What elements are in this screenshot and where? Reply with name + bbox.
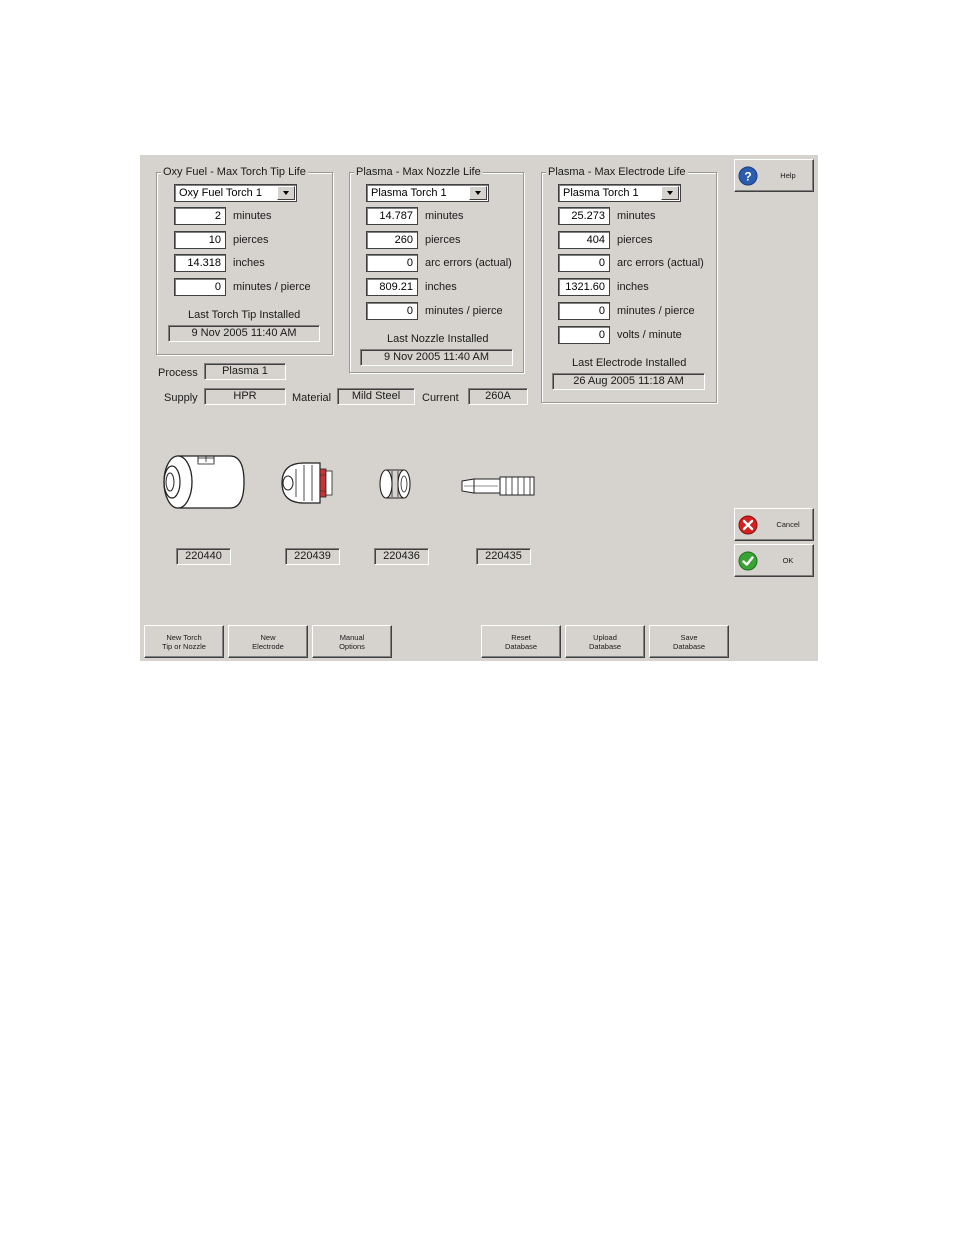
shield-cap-icon <box>163 455 245 509</box>
nozzle-minutes-input[interactable]: 14.787 <box>366 207 418 225</box>
electrode-inches-input[interactable]: 1321.60 <box>558 278 610 296</box>
electrode-pierces-label: pierces <box>617 234 653 246</box>
oxy-inches-label: inches <box>233 257 265 269</box>
chevron-down-icon[interactable] <box>277 186 295 200</box>
reset-database-button[interactable]: Reset Database <box>481 625 561 658</box>
new-electrode-label: New Electrode <box>252 632 284 651</box>
material-value: Mild Steel <box>337 388 415 405</box>
nozzle-torch-select-value: Plasma Torch 1 <box>371 187 447 199</box>
nozzle-arc-errors-label: arc errors (actual) <box>425 257 512 269</box>
last-torch-tip-date: 9 Nov 2005 11:40 AM <box>168 325 320 342</box>
oxy-fuel-group-title: Oxy Fuel - Max Torch Tip Life <box>161 165 308 179</box>
process-label: Process <box>158 367 198 379</box>
last-torch-tip-label: Last Torch Tip Installed <box>188 309 301 321</box>
part-number-retaining-cap: 220439 <box>285 548 340 565</box>
save-database-label: Save Database <box>672 632 706 651</box>
nozzle-minutes-per-pierce-label: minutes / pierce <box>425 305 503 317</box>
current-label: Current <box>422 392 459 404</box>
oxy-pierces-input[interactable]: 10 <box>174 231 226 249</box>
electrode-minutes-input[interactable]: 25.273 <box>558 207 610 225</box>
chevron-down-icon[interactable] <box>469 186 487 200</box>
manual-options-button[interactable]: Manual Options <box>312 625 392 658</box>
nozzle-minutes-per-pierce-input[interactable]: 0 <box>366 302 418 320</box>
help-button[interactable]: ? Help <box>734 159 814 192</box>
material-label: Material <box>292 392 332 404</box>
electrode-volts-per-minute-label: volts / minute <box>617 329 682 341</box>
nozzle-pierces-input[interactable]: 260 <box>366 231 418 249</box>
last-nozzle-date: 9 Nov 2005 11:40 AM <box>360 349 513 366</box>
plasma-electrode-group-title: Plasma - Max Electrode Life <box>546 165 688 179</box>
ok-button-label: OK <box>782 556 794 565</box>
electrode-minutes-per-pierce-input[interactable]: 0 <box>558 302 610 320</box>
nozzle-arc-errors-input[interactable]: 0 <box>366 254 418 272</box>
last-electrode-date: 26 Aug 2005 11:18 AM <box>552 373 705 390</box>
ok-button[interactable]: OK <box>734 544 814 577</box>
supply-value: HPR <box>204 388 286 405</box>
electrode-torch-select-value: Plasma Torch 1 <box>563 187 639 199</box>
new-torch-tip-label: New Torch Tip or Nozzle <box>162 632 206 651</box>
oxy-pierces-label: pierces <box>233 234 269 246</box>
last-electrode-label: Last Electrode Installed <box>572 357 687 369</box>
part-number-electrode: 220435 <box>476 548 531 565</box>
oxy-torch-select-value: Oxy Fuel Torch 1 <box>179 187 262 199</box>
checkmark-icon <box>738 551 758 571</box>
oxy-minutes-label: minutes <box>233 210 272 222</box>
upload-database-label: Upload Database <box>588 632 622 651</box>
manual-options-label: Manual Options <box>339 632 365 651</box>
process-value: Plasma 1 <box>204 363 286 380</box>
nozzle-torch-select[interactable]: Plasma Torch 1 <box>366 184 489 202</box>
swirl-ring-icon <box>379 469 411 499</box>
nozzle-inches-label: inches <box>425 281 457 293</box>
oxy-minutes-per-pierce-input[interactable]: 0 <box>174 278 226 296</box>
nozzle-pierces-label: pierces <box>425 234 461 246</box>
oxy-torch-select[interactable]: Oxy Fuel Torch 1 <box>174 184 297 202</box>
help-icon: ? <box>738 166 758 186</box>
electrode-minutes-per-pierce-label: minutes / pierce <box>617 305 695 317</box>
svg-text:?: ? <box>744 170 751 184</box>
oxy-minutes-per-pierce-label: minutes / pierce <box>233 281 311 293</box>
new-electrode-button[interactable]: New Electrode <box>228 625 308 658</box>
cancel-button[interactable]: Cancel <box>734 508 814 541</box>
electrode-icon <box>461 476 535 496</box>
cancel-icon <box>738 515 758 535</box>
chevron-down-icon[interactable] <box>661 186 679 200</box>
nozzle-inches-input[interactable]: 809.21 <box>366 278 418 296</box>
electrode-pierces-input[interactable]: 404 <box>558 231 610 249</box>
plasma-nozzle-group-title: Plasma - Max Nozzle Life <box>354 165 483 179</box>
upload-database-button[interactable]: Upload Database <box>565 625 645 658</box>
electrode-arc-errors-input[interactable]: 0 <box>558 254 610 272</box>
part-number-swirl-ring: 220436 <box>374 548 429 565</box>
nozzle-retaining-cap-icon <box>281 462 333 504</box>
nozzle-minutes-label: minutes <box>425 210 464 222</box>
oxy-inches-input[interactable]: 14.318 <box>174 254 226 272</box>
consumable-data-screen: Oxy Fuel - Max Torch Tip Life Oxy Fuel T… <box>140 155 818 661</box>
save-database-button[interactable]: Save Database <box>649 625 729 658</box>
electrode-inches-label: inches <box>617 281 649 293</box>
electrode-minutes-label: minutes <box>617 210 656 222</box>
new-torch-tip-button[interactable]: New Torch Tip or Nozzle <box>144 625 224 658</box>
electrode-volts-per-minute-input[interactable]: 0 <box>558 326 610 344</box>
help-button-label: Help <box>780 171 796 180</box>
oxy-minutes-input[interactable]: 2 <box>174 207 226 225</box>
reset-database-label: Reset Database <box>504 632 538 651</box>
cancel-button-label: Cancel <box>776 520 800 529</box>
electrode-arc-errors-label: arc errors (actual) <box>617 257 704 269</box>
part-number-shield: 220440 <box>176 548 231 565</box>
supply-label: Supply <box>164 392 198 404</box>
current-value: 260A <box>468 388 528 405</box>
electrode-torch-select[interactable]: Plasma Torch 1 <box>558 184 681 202</box>
last-nozzle-label: Last Nozzle Installed <box>387 333 489 345</box>
